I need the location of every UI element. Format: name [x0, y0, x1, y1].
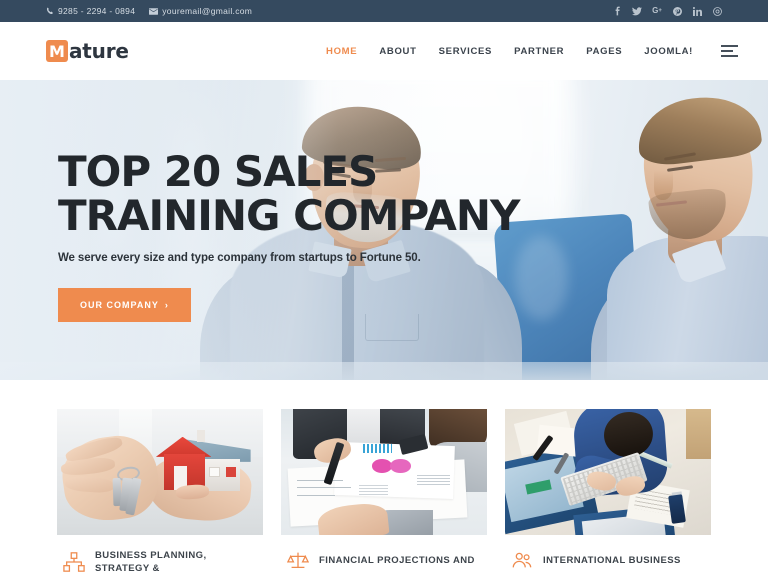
menu-toggle-icon[interactable] [721, 45, 738, 57]
logo-text: ature [69, 39, 129, 63]
service-card-image-3 [505, 409, 711, 535]
service-card-international-business[interactable]: INTERNATIONAL BUSINESS [505, 409, 711, 575]
service-card-financial-projections[interactable]: FINANCIAL PROJECTIONS AND [281, 409, 487, 575]
site-header: M ature HOME ABOUT SERVICES PARTNER PAGE… [0, 22, 768, 80]
linkedin-icon[interactable] [692, 6, 702, 16]
top-bar-contact: 9285 - 2294 - 0894 youremail@gmail.com [46, 6, 252, 16]
service-card-title-2: FINANCIAL PROJECTIONS AND [319, 554, 475, 566]
facebook-icon[interactable] [612, 6, 622, 16]
service-card-caption-1: BUSINESS PLANNING, STRATEGY & [57, 535, 263, 575]
users-icon [511, 549, 533, 571]
social-links: G + [612, 6, 722, 16]
service-card-caption-2: FINANCIAL PROJECTIONS AND [281, 535, 487, 571]
service-card-image-1 [57, 409, 263, 535]
twitter-icon[interactable] [632, 6, 642, 16]
hero-title-line2: TRAINING COMPANY [58, 191, 520, 240]
service-card-title-3: INTERNATIONAL BUSINESS [543, 554, 681, 566]
hero-title-line1: TOP 20 SALES [58, 147, 378, 196]
pinterest-icon[interactable] [672, 6, 682, 16]
nav-item-partner[interactable]: PARTNER [514, 46, 564, 57]
our-company-button[interactable]: OUR COMPANY › [58, 288, 191, 322]
nav-item-joomla[interactable]: JOOMLA! [644, 46, 693, 57]
service-card-caption-3: INTERNATIONAL BUSINESS [505, 535, 711, 571]
services-cards: BUSINESS PLANNING, STRATEGY & FINANCIAL … [0, 380, 768, 575]
nav-item-pages[interactable]: PAGES [586, 46, 622, 57]
nav-item-home[interactable]: HOME [326, 46, 357, 57]
our-company-button-label: OUR COMPANY [80, 300, 159, 310]
email-address: youremail@gmail.com [162, 6, 253, 16]
google-plus-icon[interactable]: G + [652, 6, 662, 16]
hero-banner: TOP 20 SALES TRAINING COMPANY We serve e… [0, 80, 768, 380]
chevron-right-icon: › [164, 300, 169, 310]
phone-contact[interactable]: 9285 - 2294 - 0894 [46, 6, 135, 16]
nav-item-services[interactable]: SERVICES [439, 46, 492, 57]
nav-item-about[interactable]: ABOUT [379, 46, 416, 57]
balance-scale-icon [287, 549, 309, 571]
service-card-image-2 [281, 409, 487, 535]
logo-mark: M [46, 40, 68, 62]
site-logo[interactable]: M ature [46, 39, 129, 63]
main-navigation: HOME ABOUT SERVICES PARTNER PAGES JOOMLA… [326, 45, 738, 57]
phone-icon [46, 7, 54, 15]
hero-content: TOP 20 SALES TRAINING COMPANY We serve e… [58, 147, 520, 322]
email-contact[interactable]: youremail@gmail.com [149, 6, 252, 16]
hero-subtitle: We serve every size and type company fro… [58, 252, 421, 264]
sitemap-icon [63, 551, 85, 573]
envelope-icon [149, 7, 159, 15]
phone-number: 9285 - 2294 - 0894 [58, 6, 136, 16]
instagram-icon[interactable] [712, 6, 722, 16]
top-bar: 9285 - 2294 - 0894 youremail@gmail.com G… [0, 0, 768, 22]
service-card-title-1: BUSINESS PLANNING, STRATEGY & [95, 550, 207, 574]
service-card-business-planning[interactable]: BUSINESS PLANNING, STRATEGY & [57, 409, 263, 575]
